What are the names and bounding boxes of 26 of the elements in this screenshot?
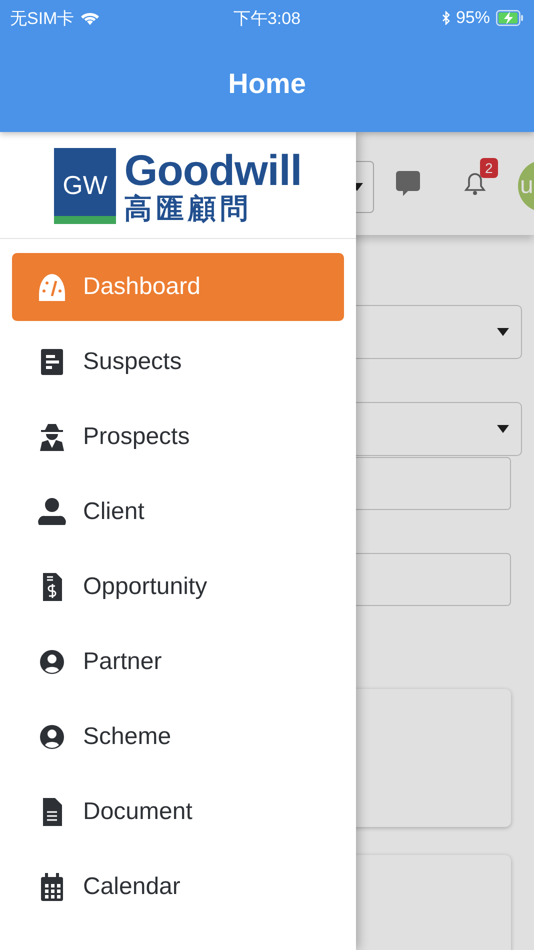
menu-item[interactable]: Scheme <box>12 703 344 771</box>
brand-subtitle: 高匯顧問 <box>124 194 254 222</box>
menu-item[interactable]: Client <box>12 478 344 546</box>
gauge-icon <box>38 272 66 302</box>
bluetooth-icon <box>442 11 450 25</box>
bell-icon[interactable] <box>464 172 486 196</box>
menu-item[interactable]: Opportunity <box>12 553 344 621</box>
menu-item[interactable]: Partner <box>12 628 344 696</box>
calendar-icon <box>38 872 66 902</box>
menu-item[interactable]: Calendar <box>12 853 344 921</box>
user-circle-icon <box>38 722 66 752</box>
user-icon <box>38 497 66 527</box>
chat-icon[interactable] <box>396 170 420 196</box>
carrier-label: 无SIM卡 <box>10 8 74 30</box>
list-icon <box>38 347 66 377</box>
menu-item[interactable]: Suspects <box>12 328 344 396</box>
spy-icon <box>38 422 66 452</box>
wifi-icon <box>80 10 100 26</box>
battery-percent: 95% <box>456 8 490 28</box>
brand-name: Goodwill <box>124 150 302 192</box>
menu-item[interactable]: Prospects <box>12 403 344 471</box>
notification-badge: 2 <box>480 158 498 178</box>
clock: 下午3:08 <box>233 8 301 30</box>
page-title: Home <box>228 68 306 100</box>
user-circle-icon <box>38 647 66 677</box>
menu-item[interactable]: Document <box>12 778 344 846</box>
